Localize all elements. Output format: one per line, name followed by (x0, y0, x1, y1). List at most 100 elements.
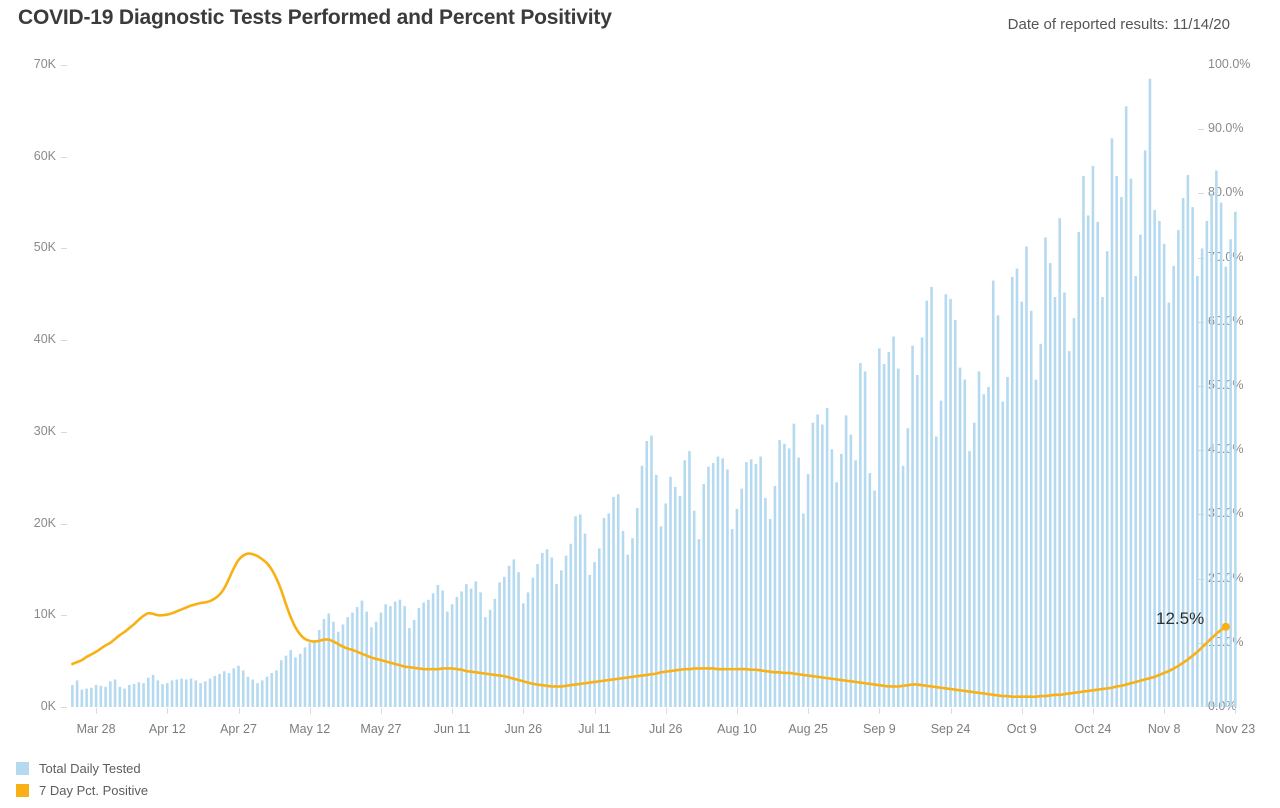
bar (1006, 376, 1009, 707)
bar (1210, 193, 1213, 707)
chart-legend: Total Daily Tested 7 Day Pct. Positive (16, 758, 148, 802)
bar (1044, 237, 1047, 708)
bar (90, 687, 93, 707)
bar (1010, 276, 1014, 707)
bar (284, 655, 288, 707)
x-axis-tick-label: Aug 10 (717, 722, 757, 736)
bar (488, 609, 492, 707)
bar (1200, 248, 1204, 707)
bar (664, 503, 668, 707)
bar (199, 683, 202, 707)
chart-page: COVID-19 Diagnostic Tests Performed and … (0, 0, 1280, 808)
bar (166, 683, 169, 707)
y-axis-left-tick-mark (61, 615, 67, 617)
bar (94, 684, 98, 707)
y-axis-right-tick-label: 70.0% (1208, 249, 1244, 264)
bar (104, 686, 107, 707)
bar (498, 582, 501, 707)
bar (147, 677, 150, 707)
y-axis-right-tick-mark (1198, 193, 1204, 195)
bar (332, 621, 335, 707)
y-axis-left-tick-label: 10K (33, 607, 56, 622)
bar (137, 682, 141, 707)
bar (612, 496, 615, 707)
bar (859, 363, 862, 707)
bar (645, 441, 649, 707)
bar (1139, 234, 1142, 708)
bar (920, 337, 924, 707)
bar (631, 538, 634, 707)
bar (237, 665, 240, 707)
bar (1053, 297, 1057, 707)
bar (370, 627, 373, 707)
bar (85, 688, 88, 707)
legend-swatch-icon (16, 783, 29, 797)
bar (1205, 220, 1209, 707)
bar (303, 647, 307, 707)
bar (991, 280, 995, 707)
bar (564, 555, 568, 707)
bar (626, 554, 630, 707)
bar (493, 598, 497, 707)
bar (930, 286, 933, 707)
bar (256, 683, 259, 707)
bar (503, 576, 506, 707)
x-axis-tick-label: Jul 26 (649, 722, 683, 736)
bar (1015, 268, 1019, 707)
bar (1101, 297, 1104, 707)
bar (588, 574, 592, 707)
legend-item[interactable]: 7 Day Pct. Positive (16, 780, 148, 800)
bar (384, 604, 387, 707)
bar (816, 414, 819, 707)
bar (469, 588, 473, 707)
x-axis-tick-label: Jul 11 (578, 722, 611, 736)
bar (726, 469, 729, 707)
x-axis-tick-label: Nov 8 (1147, 722, 1181, 736)
bar (621, 530, 625, 707)
bar (1181, 197, 1185, 708)
bar (327, 613, 330, 707)
x-axis: Mar 28 Apr 12 Apr 27 May 12 May 27 Jun 11 Jun … (0, 722, 1280, 744)
bar (844, 415, 848, 707)
bar (897, 368, 900, 707)
plot-area (70, 65, 1237, 708)
x-axis-tick-mark (380, 708, 382, 714)
bar (678, 496, 682, 707)
bar (403, 606, 406, 707)
bar (531, 577, 535, 707)
bar (659, 526, 663, 707)
bar (1086, 215, 1090, 707)
bar (958, 367, 962, 707)
bar (764, 497, 767, 707)
x-axis-tick-label: Apr 27 (220, 722, 257, 736)
bar (1063, 292, 1066, 707)
bar (939, 400, 943, 707)
bar (702, 484, 705, 707)
bar (1158, 220, 1161, 707)
bar (773, 485, 777, 707)
bar (341, 624, 345, 707)
bar (99, 685, 103, 707)
bar (1001, 401, 1005, 707)
x-axis-tick-mark (96, 708, 98, 714)
bar (507, 565, 511, 707)
bar (806, 474, 810, 707)
legend-item-label: Total Daily Tested (39, 760, 141, 776)
bar (735, 508, 739, 707)
bar (711, 463, 715, 707)
bar (640, 465, 644, 707)
bar (1067, 351, 1071, 707)
legend-item[interactable]: Total Daily Tested (16, 758, 148, 778)
y-axis-left-tick-mark (61, 65, 67, 66)
x-axis-tick-label: Nov 23 (1215, 722, 1256, 736)
bar (265, 676, 269, 707)
bar (289, 650, 293, 707)
x-axis-tick-mark (950, 708, 952, 714)
bar (517, 572, 520, 707)
y-axis-left-tick-mark (61, 707, 67, 708)
bar (792, 423, 796, 707)
bar (298, 653, 302, 707)
bar (593, 562, 596, 707)
bar (1034, 379, 1038, 707)
bar (71, 684, 74, 707)
